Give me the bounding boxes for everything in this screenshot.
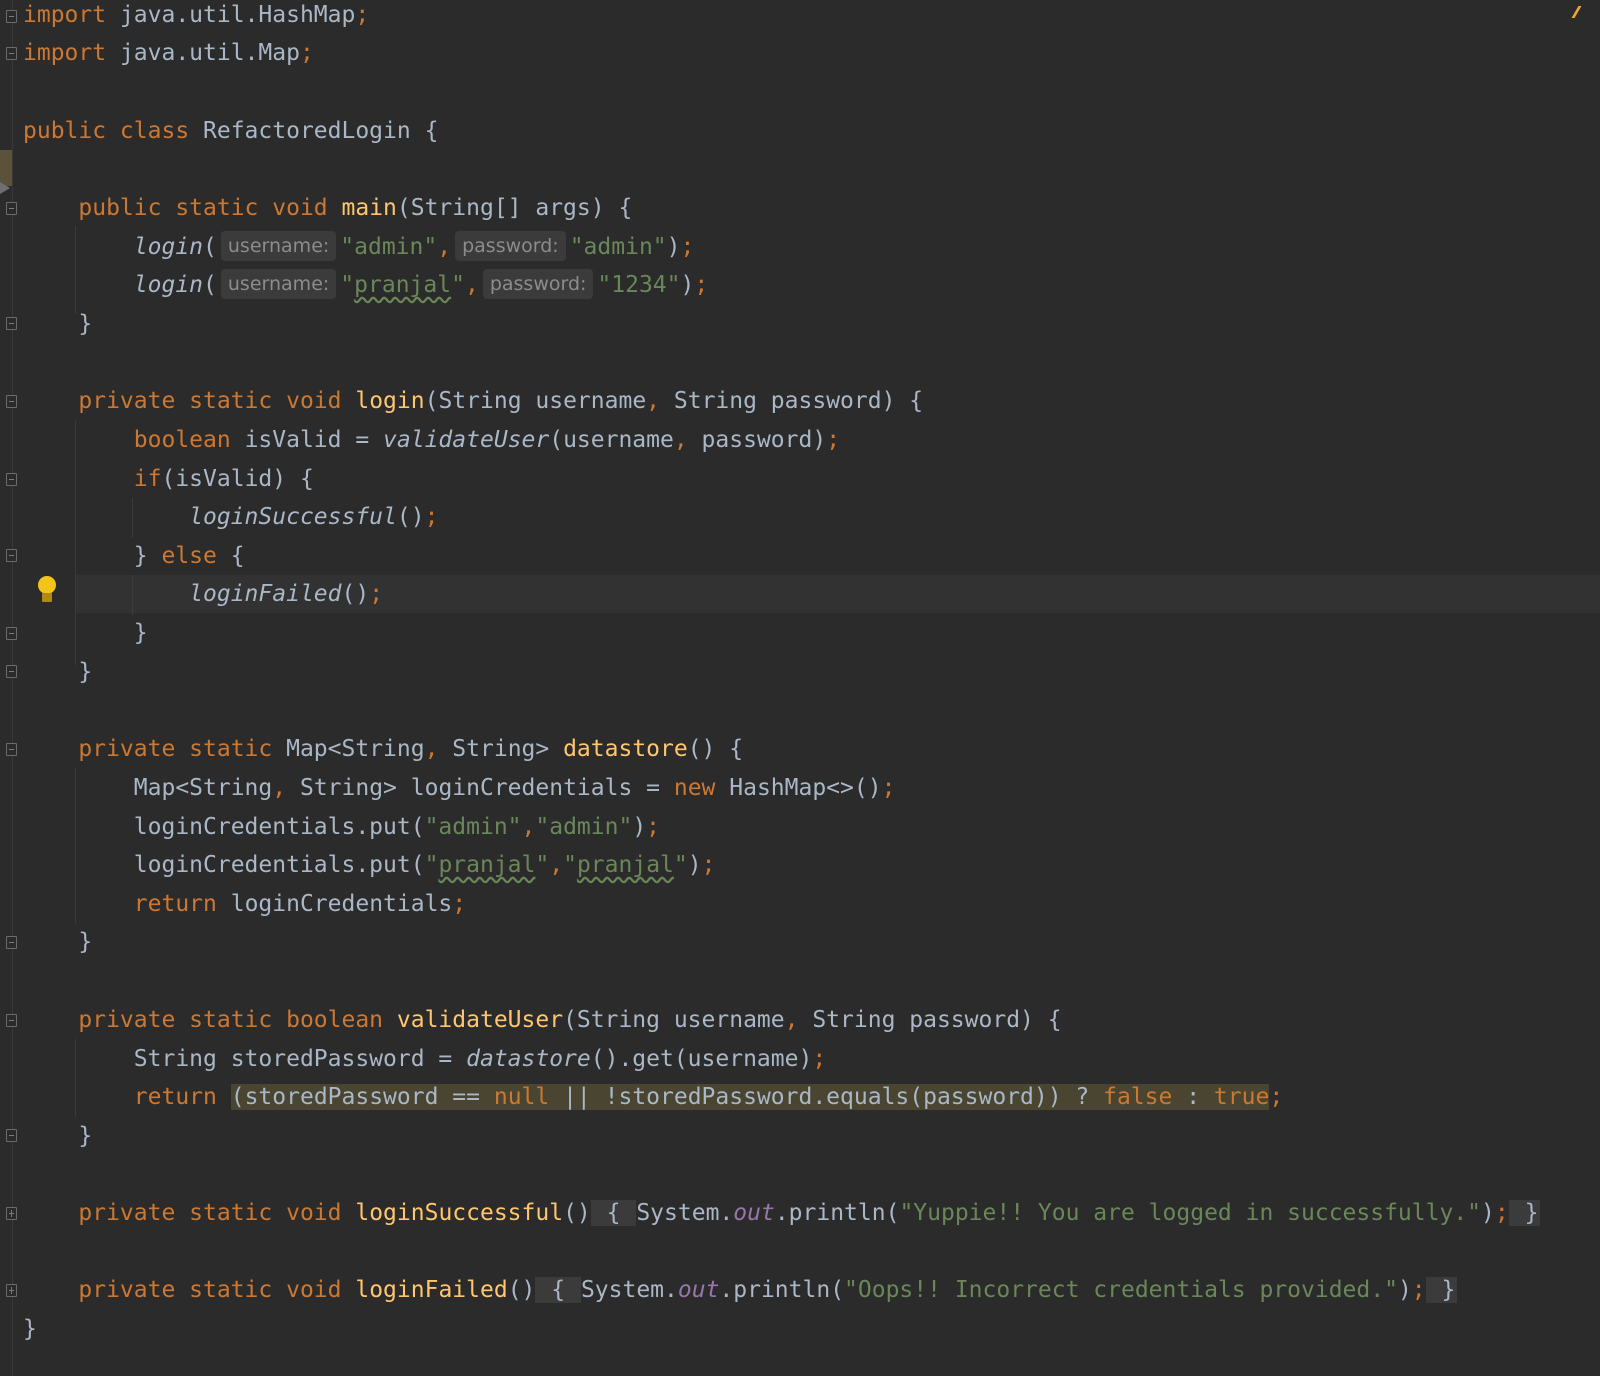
code-line: loginSuccessful(); xyxy=(189,504,439,530)
code-line: private static void login(String usernam… xyxy=(78,388,924,414)
fold-icon[interactable] xyxy=(6,47,17,60)
gutter xyxy=(0,0,20,1376)
inspection-marker[interactable] xyxy=(1571,6,1582,18)
code-line: private static void loginFailed() { Syst… xyxy=(78,1277,1458,1303)
fold-icon[interactable] xyxy=(6,202,17,215)
code-line: loginFailed(); xyxy=(189,581,384,607)
folded-brace[interactable]: } xyxy=(1508,1200,1541,1226)
code-line: loginCredentials.put("admin","admin"); xyxy=(133,814,661,840)
code-line: boolean isValid = validateUser(username,… xyxy=(133,427,841,453)
code-line: import java.util.HashMap; xyxy=(23,2,370,28)
code-line: } xyxy=(133,620,148,646)
inspection-highlight[interactable]: (storedPassword == null || !storedPasswo… xyxy=(230,1084,1270,1110)
code-line: } else { xyxy=(133,543,245,569)
code-line: public class RefactoredLogin { xyxy=(23,118,439,144)
code-line: } xyxy=(78,1123,93,1149)
code-line: } xyxy=(78,929,93,955)
fold-icon[interactable] xyxy=(6,1129,17,1142)
code-line: login(username: "admin", password: "admin")… xyxy=(23,228,694,266)
code-line: private static boolean validateUser(Stri… xyxy=(78,1007,1062,1033)
code-line: } xyxy=(23,1316,37,1342)
folded-brace[interactable]: { xyxy=(535,1277,581,1303)
fold-icon[interactable] xyxy=(6,549,17,562)
code-line: private static void loginSuccessful() { … xyxy=(78,1200,1541,1226)
fold-icon[interactable] xyxy=(6,1284,17,1297)
code-line: loginCredentials.put("pranjal","pranjal"… xyxy=(133,852,716,878)
fold-icon[interactable] xyxy=(6,743,17,756)
fold-icon[interactable] xyxy=(6,627,17,640)
caret-arrow-icon xyxy=(0,182,10,194)
code-line: Map<String, String> loginCredentials = n… xyxy=(133,775,896,801)
code-line: import java.util.Map; xyxy=(23,40,314,66)
code-line: private static Map<String, String> datas… xyxy=(78,736,744,762)
fold-icon[interactable] xyxy=(6,1014,17,1027)
code-line: } xyxy=(78,659,93,685)
code-line: return (storedPassword == null || !store… xyxy=(133,1084,1284,1110)
fold-icon[interactable] xyxy=(6,317,17,330)
code-line: } xyxy=(78,311,93,337)
param-hint: password: xyxy=(455,231,566,261)
param-hint: username: xyxy=(220,231,337,261)
change-marker xyxy=(0,150,12,186)
folded-brace[interactable]: } xyxy=(1425,1277,1458,1303)
code-line: String storedPassword = datastore().get(… xyxy=(133,1046,827,1072)
code-line: public static void main(String[] args) { xyxy=(78,195,633,221)
param-hint: username: xyxy=(220,269,337,299)
fold-icon[interactable] xyxy=(6,665,17,678)
fold-icon[interactable] xyxy=(6,473,17,486)
param-hint: password: xyxy=(482,269,594,299)
code-editor[interactable]: import java.util.HashMap; import java.ut… xyxy=(0,0,1600,1376)
code-line: login(username: "pranjal", password: "1234"… xyxy=(23,266,708,304)
folded-brace[interactable]: { xyxy=(590,1200,637,1226)
code-line: if(isValid) { xyxy=(133,466,314,492)
code-line: return loginCredentials; xyxy=(133,891,467,917)
fold-icon[interactable] xyxy=(6,1207,17,1220)
fold-icon[interactable] xyxy=(6,936,17,949)
fold-icon[interactable] xyxy=(6,10,17,23)
fold-icon[interactable] xyxy=(6,395,17,408)
